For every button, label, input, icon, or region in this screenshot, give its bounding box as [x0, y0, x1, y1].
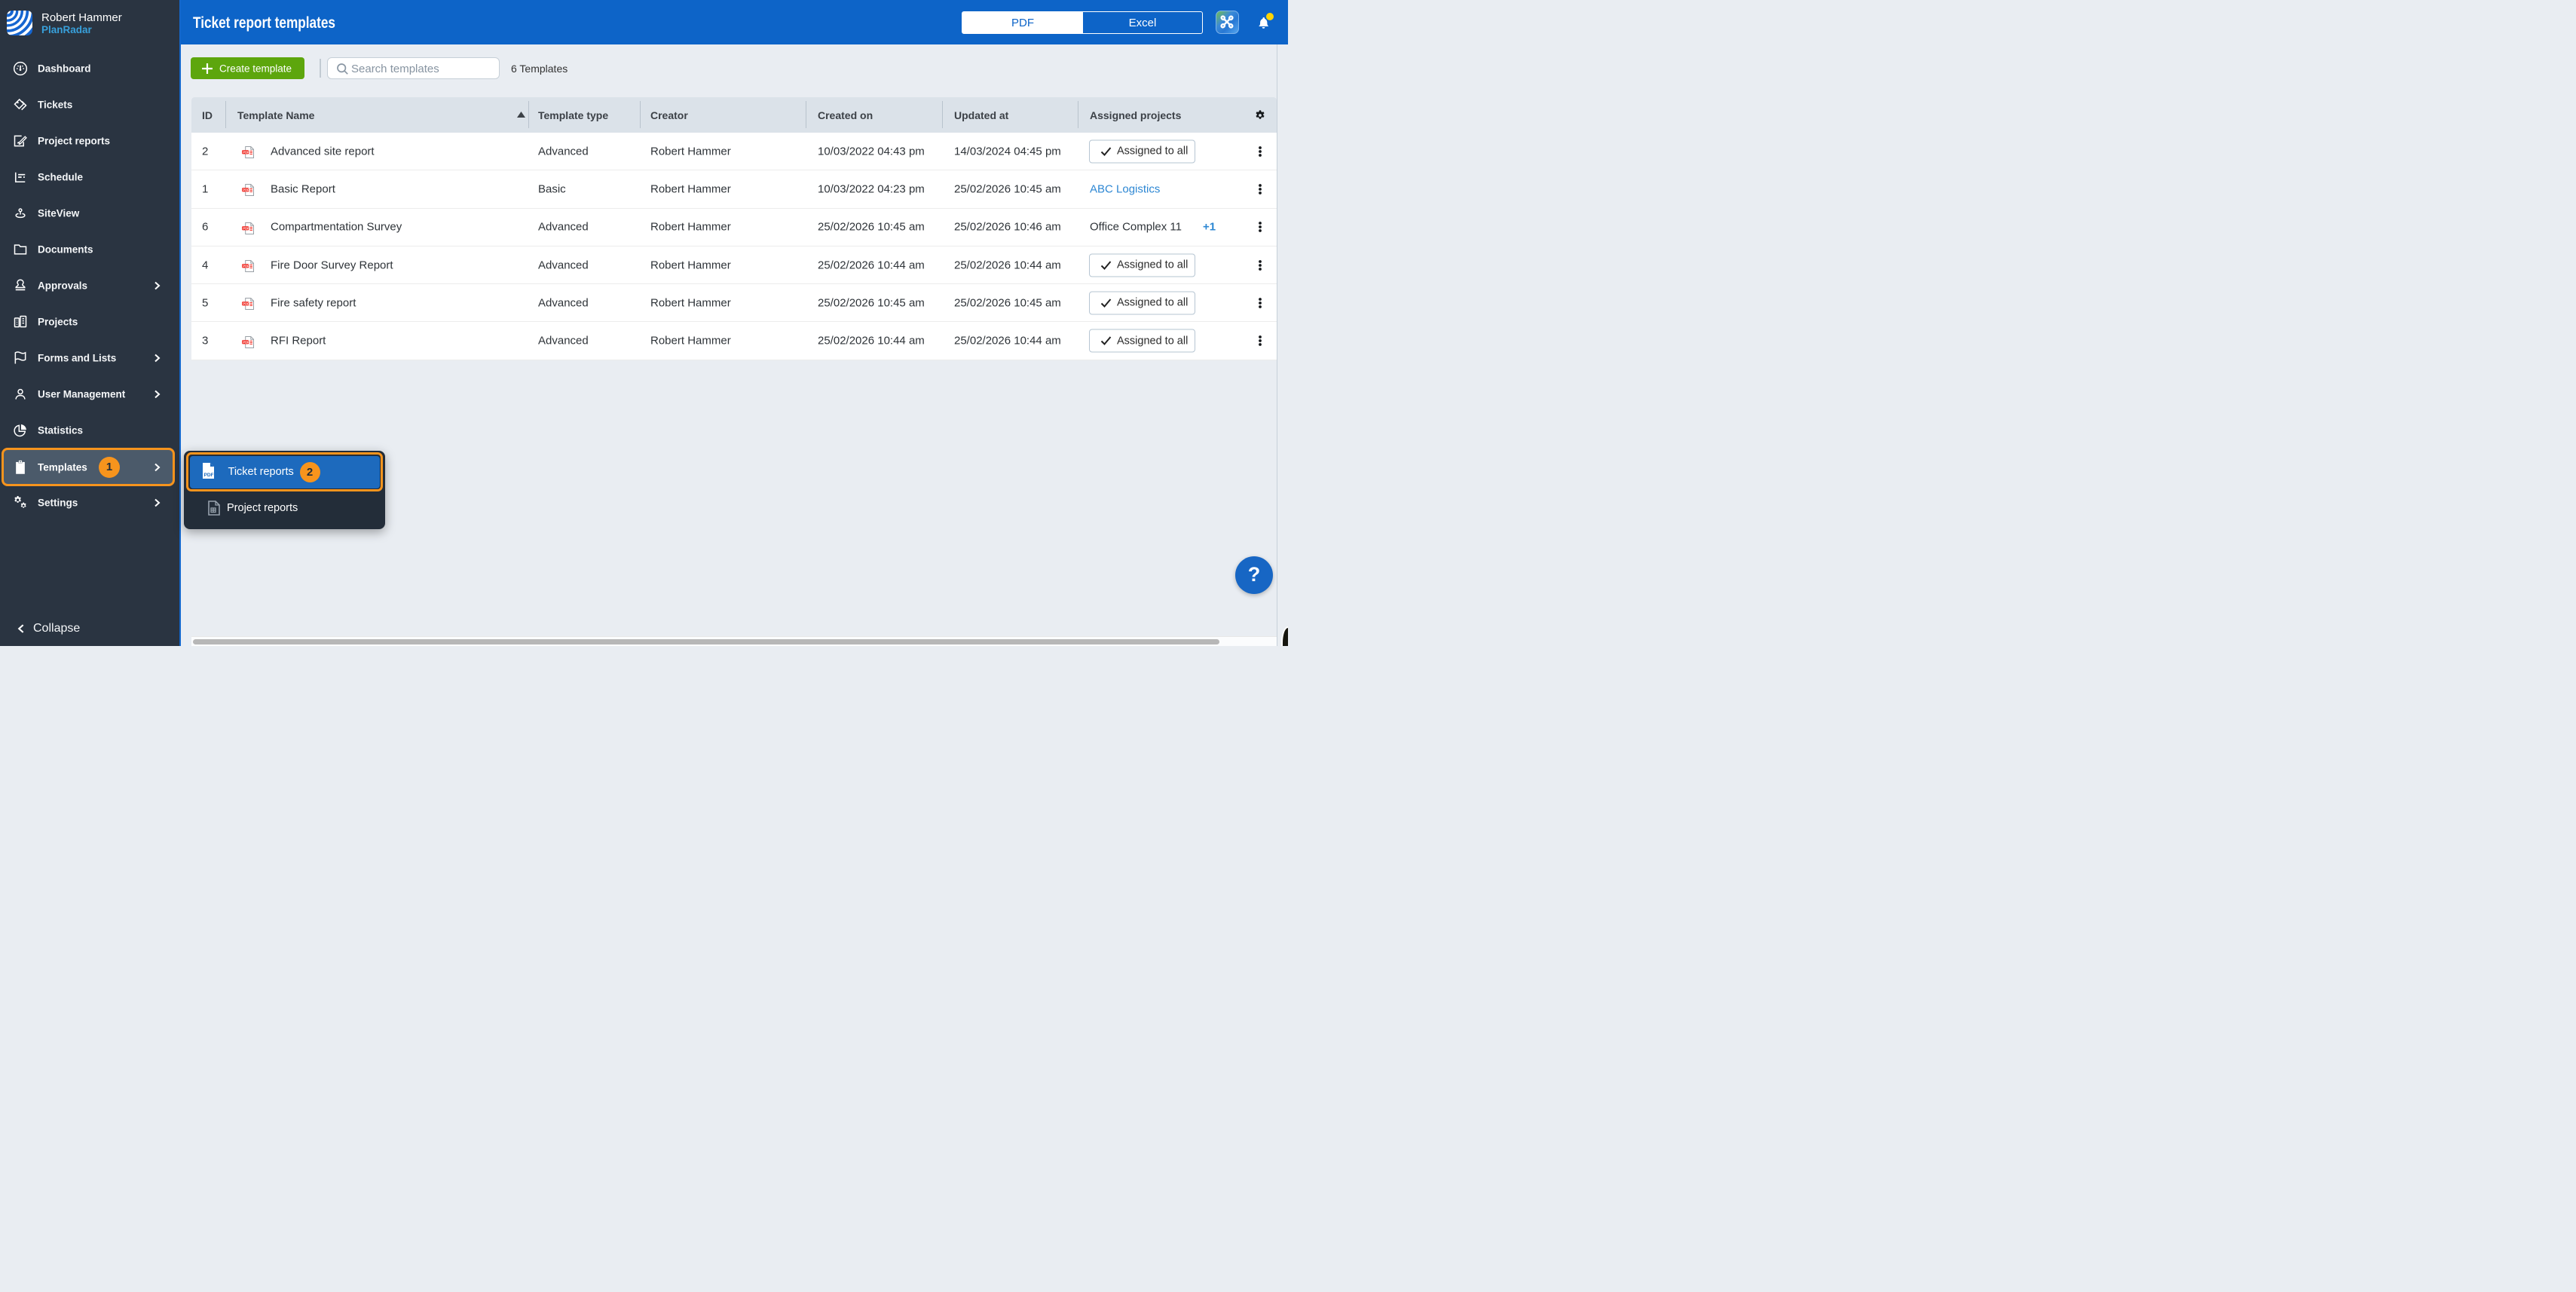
svg-text:PDF: PDF — [203, 473, 213, 478]
